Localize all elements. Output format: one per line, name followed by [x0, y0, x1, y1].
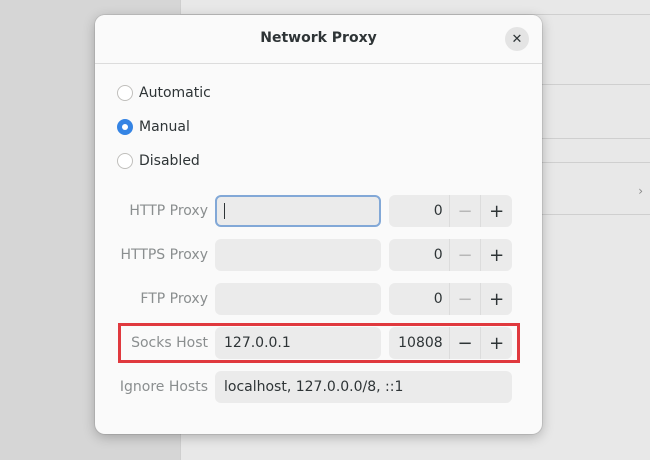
- decrement-button[interactable]: −: [448, 283, 481, 315]
- port-value[interactable]: 0: [389, 247, 443, 263]
- decrement-button[interactable]: −: [448, 239, 481, 271]
- radio-automatic[interactable]: Automatic: [117, 85, 211, 101]
- radio-label: Manual: [139, 119, 190, 135]
- http-proxy-port-spinner: 0 − +: [389, 195, 512, 227]
- https-proxy-host-input[interactable]: [215, 239, 381, 271]
- dialog-title: Network Proxy: [260, 30, 377, 46]
- radio-indicator: [117, 119, 133, 135]
- text-caret: [224, 203, 225, 219]
- ftp-proxy-host-input[interactable]: [215, 283, 381, 315]
- port-value[interactable]: 0: [389, 291, 443, 307]
- ignore-hosts-label: Ignore Hosts: [119, 379, 208, 395]
- radio-manual[interactable]: Manual: [117, 119, 190, 135]
- increment-button[interactable]: +: [480, 283, 512, 315]
- chevron-right-icon: ›: [638, 184, 643, 198]
- radio-label: Disabled: [139, 153, 200, 169]
- port-value[interactable]: 0: [389, 203, 443, 219]
- radio-disabled[interactable]: Disabled: [117, 153, 200, 169]
- http-proxy-label: HTTP Proxy: [129, 203, 208, 219]
- radio-indicator: [117, 153, 133, 169]
- radio-label: Automatic: [139, 85, 211, 101]
- ftp-proxy-port-spinner: 0 − +: [389, 283, 512, 315]
- ignore-hosts-input[interactable]: localhost, 127.0.0.0/8, ::1: [215, 371, 512, 403]
- http-proxy-host-input[interactable]: [215, 195, 381, 227]
- increment-button[interactable]: +: [480, 239, 512, 271]
- ftp-proxy-label: FTP Proxy: [140, 291, 208, 307]
- socks-highlight-box: [118, 323, 520, 363]
- https-proxy-port-spinner: 0 − +: [389, 239, 512, 271]
- close-icon: ✕: [511, 31, 523, 47]
- network-proxy-dialog: Network Proxy ✕ Automatic Manual Disable…: [95, 15, 542, 434]
- increment-button[interactable]: +: [480, 195, 512, 227]
- radio-indicator: [117, 85, 133, 101]
- dialog-header: Network Proxy ✕: [95, 15, 542, 64]
- https-proxy-label: HTTPS Proxy: [120, 247, 208, 263]
- decrement-button[interactable]: −: [448, 195, 481, 227]
- close-button[interactable]: ✕: [505, 27, 529, 51]
